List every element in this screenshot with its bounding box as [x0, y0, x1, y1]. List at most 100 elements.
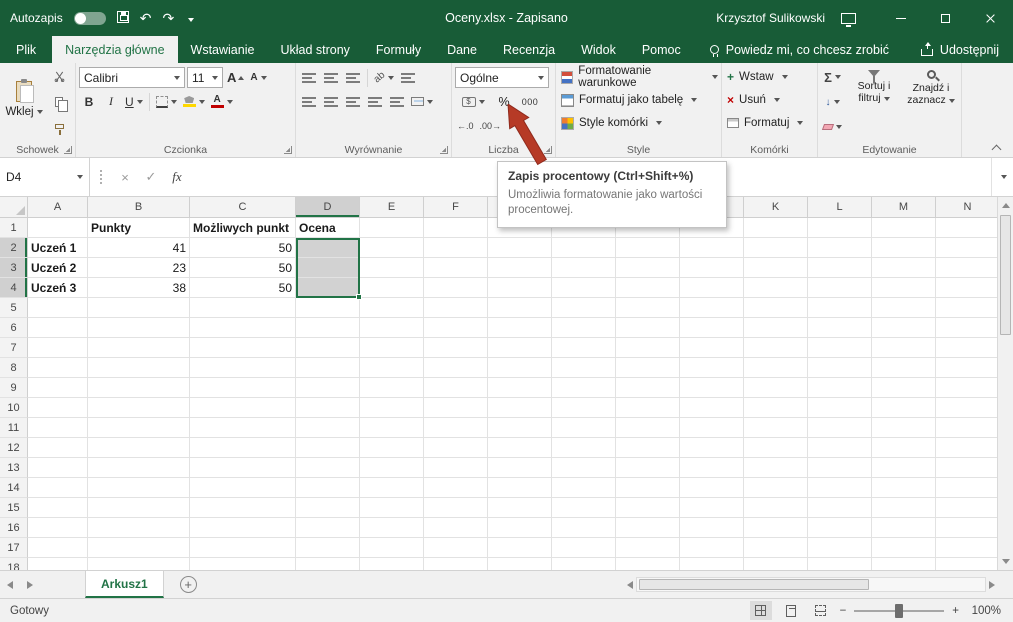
delete-cells-button[interactable]: ×Usuń: [725, 89, 814, 111]
cell-I9[interactable]: [616, 378, 680, 398]
cell-N1[interactable]: [936, 218, 997, 238]
shrink-font-button[interactable]: A: [248, 67, 268, 88]
sheet-nav-right-button[interactable]: [20, 581, 40, 589]
italic-button[interactable]: I: [101, 91, 121, 112]
row-header-2[interactable]: 2: [0, 238, 28, 258]
tab-formuly[interactable]: Formuły: [363, 36, 434, 63]
cell-K10[interactable]: [744, 398, 808, 418]
cell-B11[interactable]: [88, 418, 190, 438]
cell-B10[interactable]: [88, 398, 190, 418]
cell-K13[interactable]: [744, 458, 808, 478]
cell-C5[interactable]: [190, 298, 296, 318]
cell-L13[interactable]: [808, 458, 872, 478]
cell-A13[interactable]: [28, 458, 88, 478]
row-header-6[interactable]: 6: [0, 318, 28, 338]
cell-C2[interactable]: 50: [190, 238, 296, 258]
add-sheet-button[interactable]: +: [180, 576, 197, 593]
tab-pomoc[interactable]: Pomoc: [629, 36, 694, 63]
tab-widok[interactable]: Widok: [568, 36, 629, 63]
cell-N12[interactable]: [936, 438, 997, 458]
fill-handle[interactable]: [356, 294, 362, 300]
row-header-11[interactable]: 11: [0, 418, 28, 438]
row-header-17[interactable]: 17: [0, 538, 28, 558]
cell-A17[interactable]: [28, 538, 88, 558]
cell-J9[interactable]: [680, 378, 744, 398]
row-header-16[interactable]: 16: [0, 518, 28, 538]
cell-E11[interactable]: [360, 418, 424, 438]
cell-E4[interactable]: [360, 278, 424, 298]
cell-L6[interactable]: [808, 318, 872, 338]
row-header-13[interactable]: 13: [0, 458, 28, 478]
autosave-toggle[interactable]: [74, 12, 106, 25]
cell-G4[interactable]: [488, 278, 552, 298]
cell-E13[interactable]: [360, 458, 424, 478]
formula-bar-splitter[interactable]: [90, 158, 112, 196]
cell-L7[interactable]: [808, 338, 872, 358]
zoom-in-button[interactable]: +: [952, 605, 959, 617]
cell-G18[interactable]: [488, 558, 552, 570]
cell-L1[interactable]: [808, 218, 872, 238]
wrap-text-button[interactable]: [398, 67, 418, 88]
cell-C14[interactable]: [190, 478, 296, 498]
align-top-button[interactable]: [299, 67, 319, 88]
cell-G8[interactable]: [488, 358, 552, 378]
cell-J13[interactable]: [680, 458, 744, 478]
horizontal-scrollbar[interactable]: [627, 577, 995, 592]
cell-J7[interactable]: [680, 338, 744, 358]
cell-M7[interactable]: [872, 338, 936, 358]
cell-E14[interactable]: [360, 478, 424, 498]
cell-G7[interactable]: [488, 338, 552, 358]
column-header-E[interactable]: E: [360, 197, 424, 218]
fill-button[interactable]: ↓: [821, 92, 844, 113]
cell-C1[interactable]: Możliwych punkt: [190, 218, 296, 238]
tab-dane[interactable]: Dane: [434, 36, 490, 63]
cell-A3[interactable]: Uczeń 2: [28, 258, 88, 278]
cell-E3[interactable]: [360, 258, 424, 278]
cell-E9[interactable]: [360, 378, 424, 398]
merge-center-button[interactable]: [409, 91, 435, 112]
cell-L18[interactable]: [808, 558, 872, 570]
cell-E10[interactable]: [360, 398, 424, 418]
cell-J5[interactable]: [680, 298, 744, 318]
cell-C12[interactable]: [190, 438, 296, 458]
number-format-select[interactable]: Ogólne: [455, 67, 549, 88]
cell-N9[interactable]: [936, 378, 997, 398]
cell-K3[interactable]: [744, 258, 808, 278]
cell-D14[interactable]: [296, 478, 360, 498]
cell-J6[interactable]: [680, 318, 744, 338]
cell-G9[interactable]: [488, 378, 552, 398]
cell-H5[interactable]: [552, 298, 616, 318]
cell-I18[interactable]: [616, 558, 680, 570]
cell-J10[interactable]: [680, 398, 744, 418]
cell-N14[interactable]: [936, 478, 997, 498]
row-header-14[interactable]: 14: [0, 478, 28, 498]
row-header-4[interactable]: 4: [0, 278, 28, 298]
sheet-nav-left-button[interactable]: [0, 581, 20, 589]
cell-A8[interactable]: [28, 358, 88, 378]
cell-J18[interactable]: [680, 558, 744, 570]
cell-B13[interactable]: [88, 458, 190, 478]
cell-K15[interactable]: [744, 498, 808, 518]
zoom-level[interactable]: 100%: [967, 605, 1001, 617]
cell-I2[interactable]: [616, 238, 680, 258]
cell-L16[interactable]: [808, 518, 872, 538]
tab-wstawianie[interactable]: Wstawianie: [178, 36, 268, 63]
insert-cells-button[interactable]: +Wstaw: [725, 66, 814, 88]
cell-D7[interactable]: [296, 338, 360, 358]
cell-C3[interactable]: 50: [190, 258, 296, 278]
cell-I17[interactable]: [616, 538, 680, 558]
cell-D8[interactable]: [296, 358, 360, 378]
borders-button[interactable]: [154, 91, 179, 112]
cell-C13[interactable]: [190, 458, 296, 478]
cell-K2[interactable]: [744, 238, 808, 258]
cell-N11[interactable]: [936, 418, 997, 438]
autosum-button[interactable]: Σ: [821, 67, 844, 88]
cell-M18[interactable]: [872, 558, 936, 570]
grow-font-button[interactable]: A: [225, 67, 246, 88]
cell-H13[interactable]: [552, 458, 616, 478]
column-header-D[interactable]: D: [296, 197, 360, 218]
cell-J2[interactable]: [680, 238, 744, 258]
cell-F5[interactable]: [424, 298, 488, 318]
copy-button[interactable]: [49, 91, 69, 112]
normal-view-button[interactable]: [750, 601, 772, 620]
